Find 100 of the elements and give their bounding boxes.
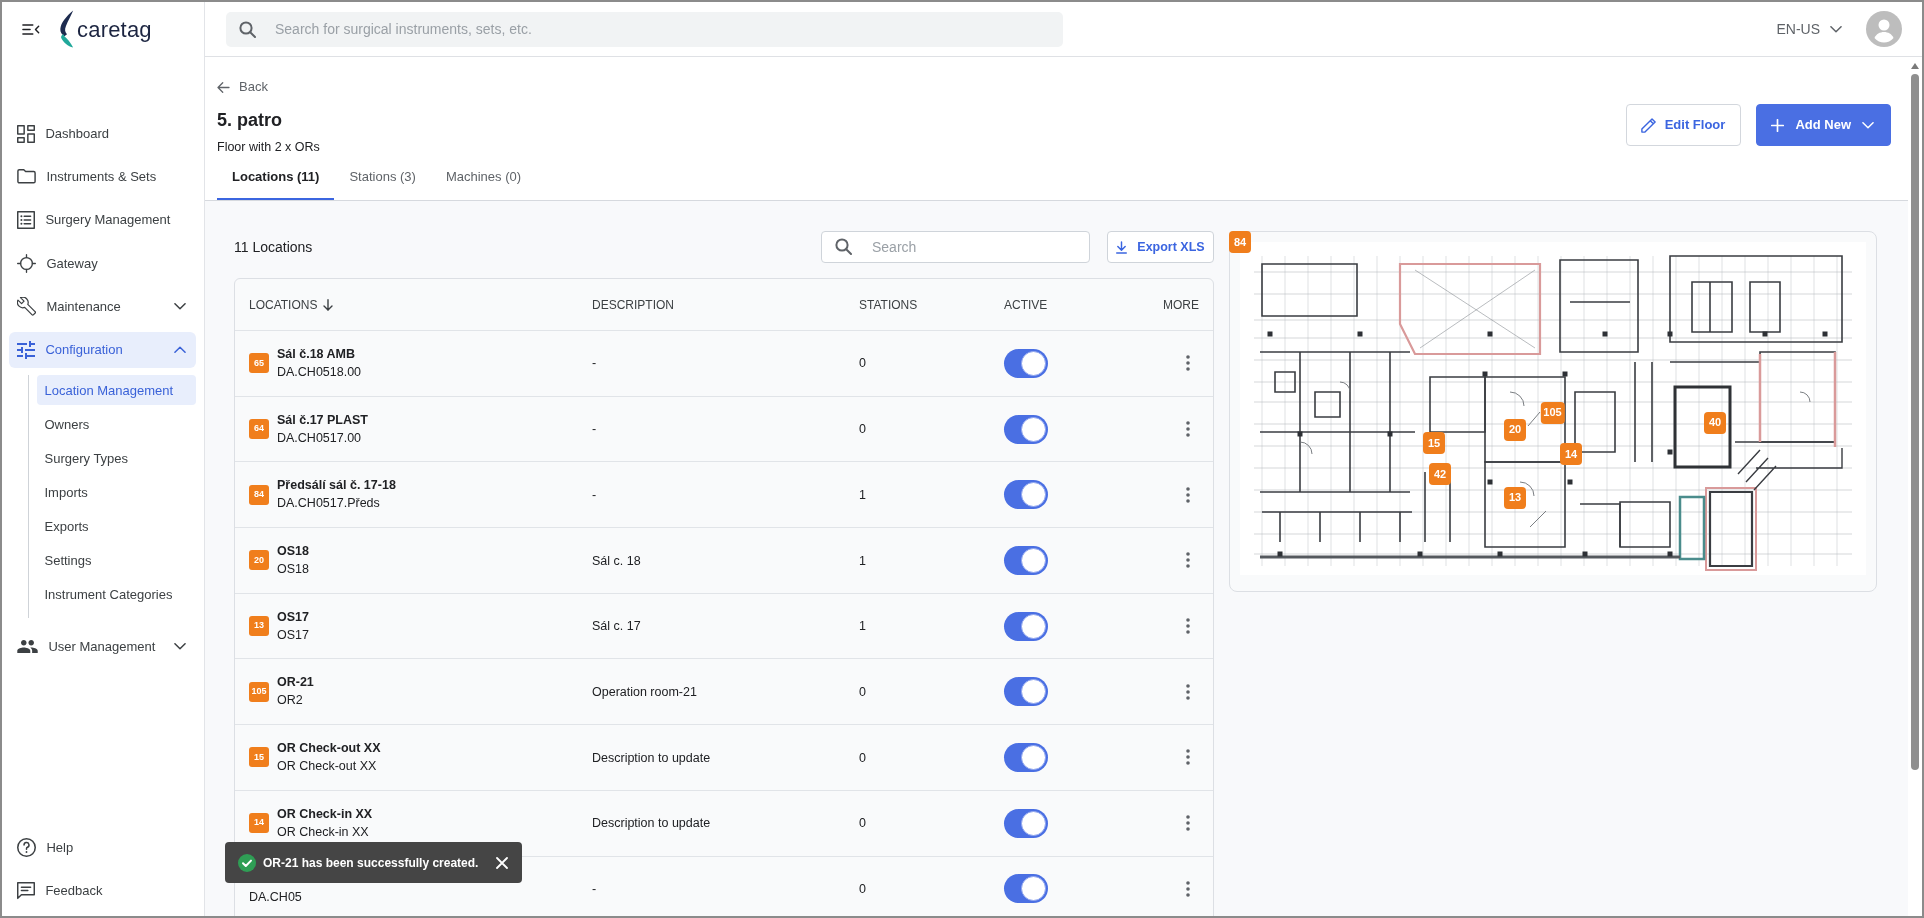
location-name: Předsálí sál č. 17-18	[277, 477, 396, 495]
more-options-icon[interactable]	[1186, 421, 1190, 438]
search-icon	[239, 20, 256, 38]
active-toggle[interactable]	[1004, 480, 1048, 510]
sidebar-item[interactable]: Gateway	[9, 245, 196, 282]
more-options-icon[interactable]	[1186, 815, 1190, 832]
sidebar-item[interactable]: Dashboard	[9, 115, 196, 152]
add-new-button[interactable]: Add New	[1756, 104, 1891, 146]
sidebar-subitem[interactable]: Imports	[37, 477, 196, 508]
sidebar-subitem[interactable]: Settings	[37, 545, 196, 576]
sidebar-item[interactable]: Help	[9, 829, 196, 866]
active-toggle[interactable]	[1004, 414, 1048, 444]
back-link[interactable]: Back	[217, 78, 268, 96]
search-icon	[835, 238, 852, 255]
sidebar-item[interactable]: Configuration	[9, 332, 196, 368]
arrow-left-icon	[217, 81, 230, 93]
location-name: OR-21	[277, 674, 314, 692]
page-subtitle: Floor with 2 x ORs	[217, 139, 320, 155]
edit-button[interactable]: Edit Floor	[1625, 104, 1742, 146]
column-header: DESCRIPTION	[592, 296, 674, 314]
sidebar-item[interactable]: Instruments & Sets	[9, 158, 196, 195]
more-options-icon[interactable]	[1186, 618, 1190, 635]
location-name: Sál č.18 AMB	[277, 345, 357, 363]
tab[interactable]: Stations (3)	[334, 155, 431, 200]
active-toggle[interactable]	[1004, 874, 1048, 904]
sort-arrow-icon[interactable]	[323, 298, 334, 311]
close-icon[interactable]	[496, 856, 509, 869]
description-text: -	[592, 422, 597, 437]
more-options-icon[interactable]	[1186, 683, 1190, 700]
scroll-up-icon[interactable]	[1911, 63, 1919, 69]
description-text: Description to update	[592, 750, 711, 765]
location-number-badge: 13	[249, 616, 269, 637]
scrollbar-thumb[interactable]	[1911, 74, 1919, 770]
stations-count: 1	[859, 487, 866, 502]
feedback-icon	[17, 881, 36, 900]
description-text: Operation room-21	[592, 684, 697, 699]
sidebar-subitem[interactable]: Owners	[37, 409, 196, 440]
stations-count: 0	[859, 356, 866, 371]
sidebar-subitem[interactable]: Location Management	[37, 375, 196, 406]
sidebar-item[interactable]: Maintenance	[9, 288, 196, 325]
active-toggle[interactable]	[1004, 611, 1048, 641]
more-options-icon[interactable]	[1186, 749, 1190, 766]
location-number-badge: 65	[249, 353, 269, 374]
more-options-icon[interactable]	[1186, 486, 1190, 503]
sidebar-item[interactable]: Surgery Management	[9, 202, 196, 239]
locations-count: 11 Locations	[234, 237, 313, 257]
search-field[interactable]: Search	[821, 231, 1090, 263]
folder-icon	[17, 169, 37, 185]
stations-count: 0	[859, 750, 866, 765]
menu-icon[interactable]	[22, 22, 40, 36]
description-text: Sál c. 18	[592, 553, 641, 568]
active-toggle[interactable]	[1004, 677, 1048, 707]
pencil-icon	[1640, 117, 1656, 133]
sidebar-subitem[interactable]: Exports	[37, 511, 196, 542]
chevron-down-icon	[1830, 25, 1842, 33]
column-header: MORE	[1163, 296, 1199, 314]
language-selector[interactable]: EN-US	[1772, 14, 1846, 44]
location-number-badge: 20	[249, 550, 269, 571]
sidebar-subitem[interactable]: Instrument Categories	[37, 579, 196, 610]
sidebar-item[interactable]: User Management	[9, 628, 196, 665]
location-number-badge: 14	[249, 813, 269, 834]
brand-name: caretag	[77, 15, 152, 44]
stations-count: 1	[859, 553, 866, 568]
stations-count: 0	[859, 816, 866, 831]
description-text: Description to update	[592, 816, 711, 831]
active-toggle[interactable]	[1004, 808, 1048, 838]
active-toggle[interactable]	[1004, 545, 1048, 575]
location-code: DA.CH0517.00	[277, 429, 363, 447]
page-title: 5. patro	[217, 108, 283, 132]
active-toggle[interactable]	[1004, 742, 1048, 772]
location-code: OS17	[277, 626, 309, 644]
check-circle-icon	[238, 853, 256, 872]
active-toggle[interactable]	[1004, 348, 1048, 378]
global-search-field[interactable]: Search for surgical instruments, sets, etc.	[226, 11, 1063, 47]
description-text: Sál c. 17	[592, 619, 641, 634]
location-number-badge: 15	[249, 747, 269, 768]
location-code: OS18	[277, 560, 309, 578]
sidebar-item[interactable]: Feedback	[9, 872, 196, 909]
sidebar-subitem[interactable]: Surgery Types	[37, 443, 196, 474]
location-number-badge: 105	[249, 681, 269, 702]
location-name: Sál č.17 PLAST	[277, 411, 368, 429]
location-code: DA.CH05	[249, 889, 302, 907]
location-code: DA.CH0517.Předs	[277, 495, 381, 513]
column-header: ACTIVE	[1004, 296, 1048, 314]
location-name: OS17	[277, 608, 309, 626]
tab[interactable]: Machines (0)	[430, 155, 537, 200]
location-name: OR Check-out XX	[277, 739, 381, 757]
export-button[interactable]: Export XLS	[1107, 231, 1214, 263]
stations-count: 0	[859, 684, 866, 699]
more-options-icon[interactable]	[1186, 355, 1190, 372]
more-options-icon[interactable]	[1186, 552, 1190, 569]
dashboard-icon	[17, 124, 36, 143]
location-number-badge: 84	[249, 484, 269, 505]
location-name: OS18	[277, 542, 309, 560]
location-code: DA.CH0518.00	[277, 363, 362, 381]
stations-count: 0	[859, 881, 866, 896]
sliders-icon	[17, 341, 36, 359]
more-options-icon[interactable]	[1186, 880, 1190, 897]
wrench-icon	[17, 297, 37, 317]
location-code: OR2	[277, 692, 304, 710]
